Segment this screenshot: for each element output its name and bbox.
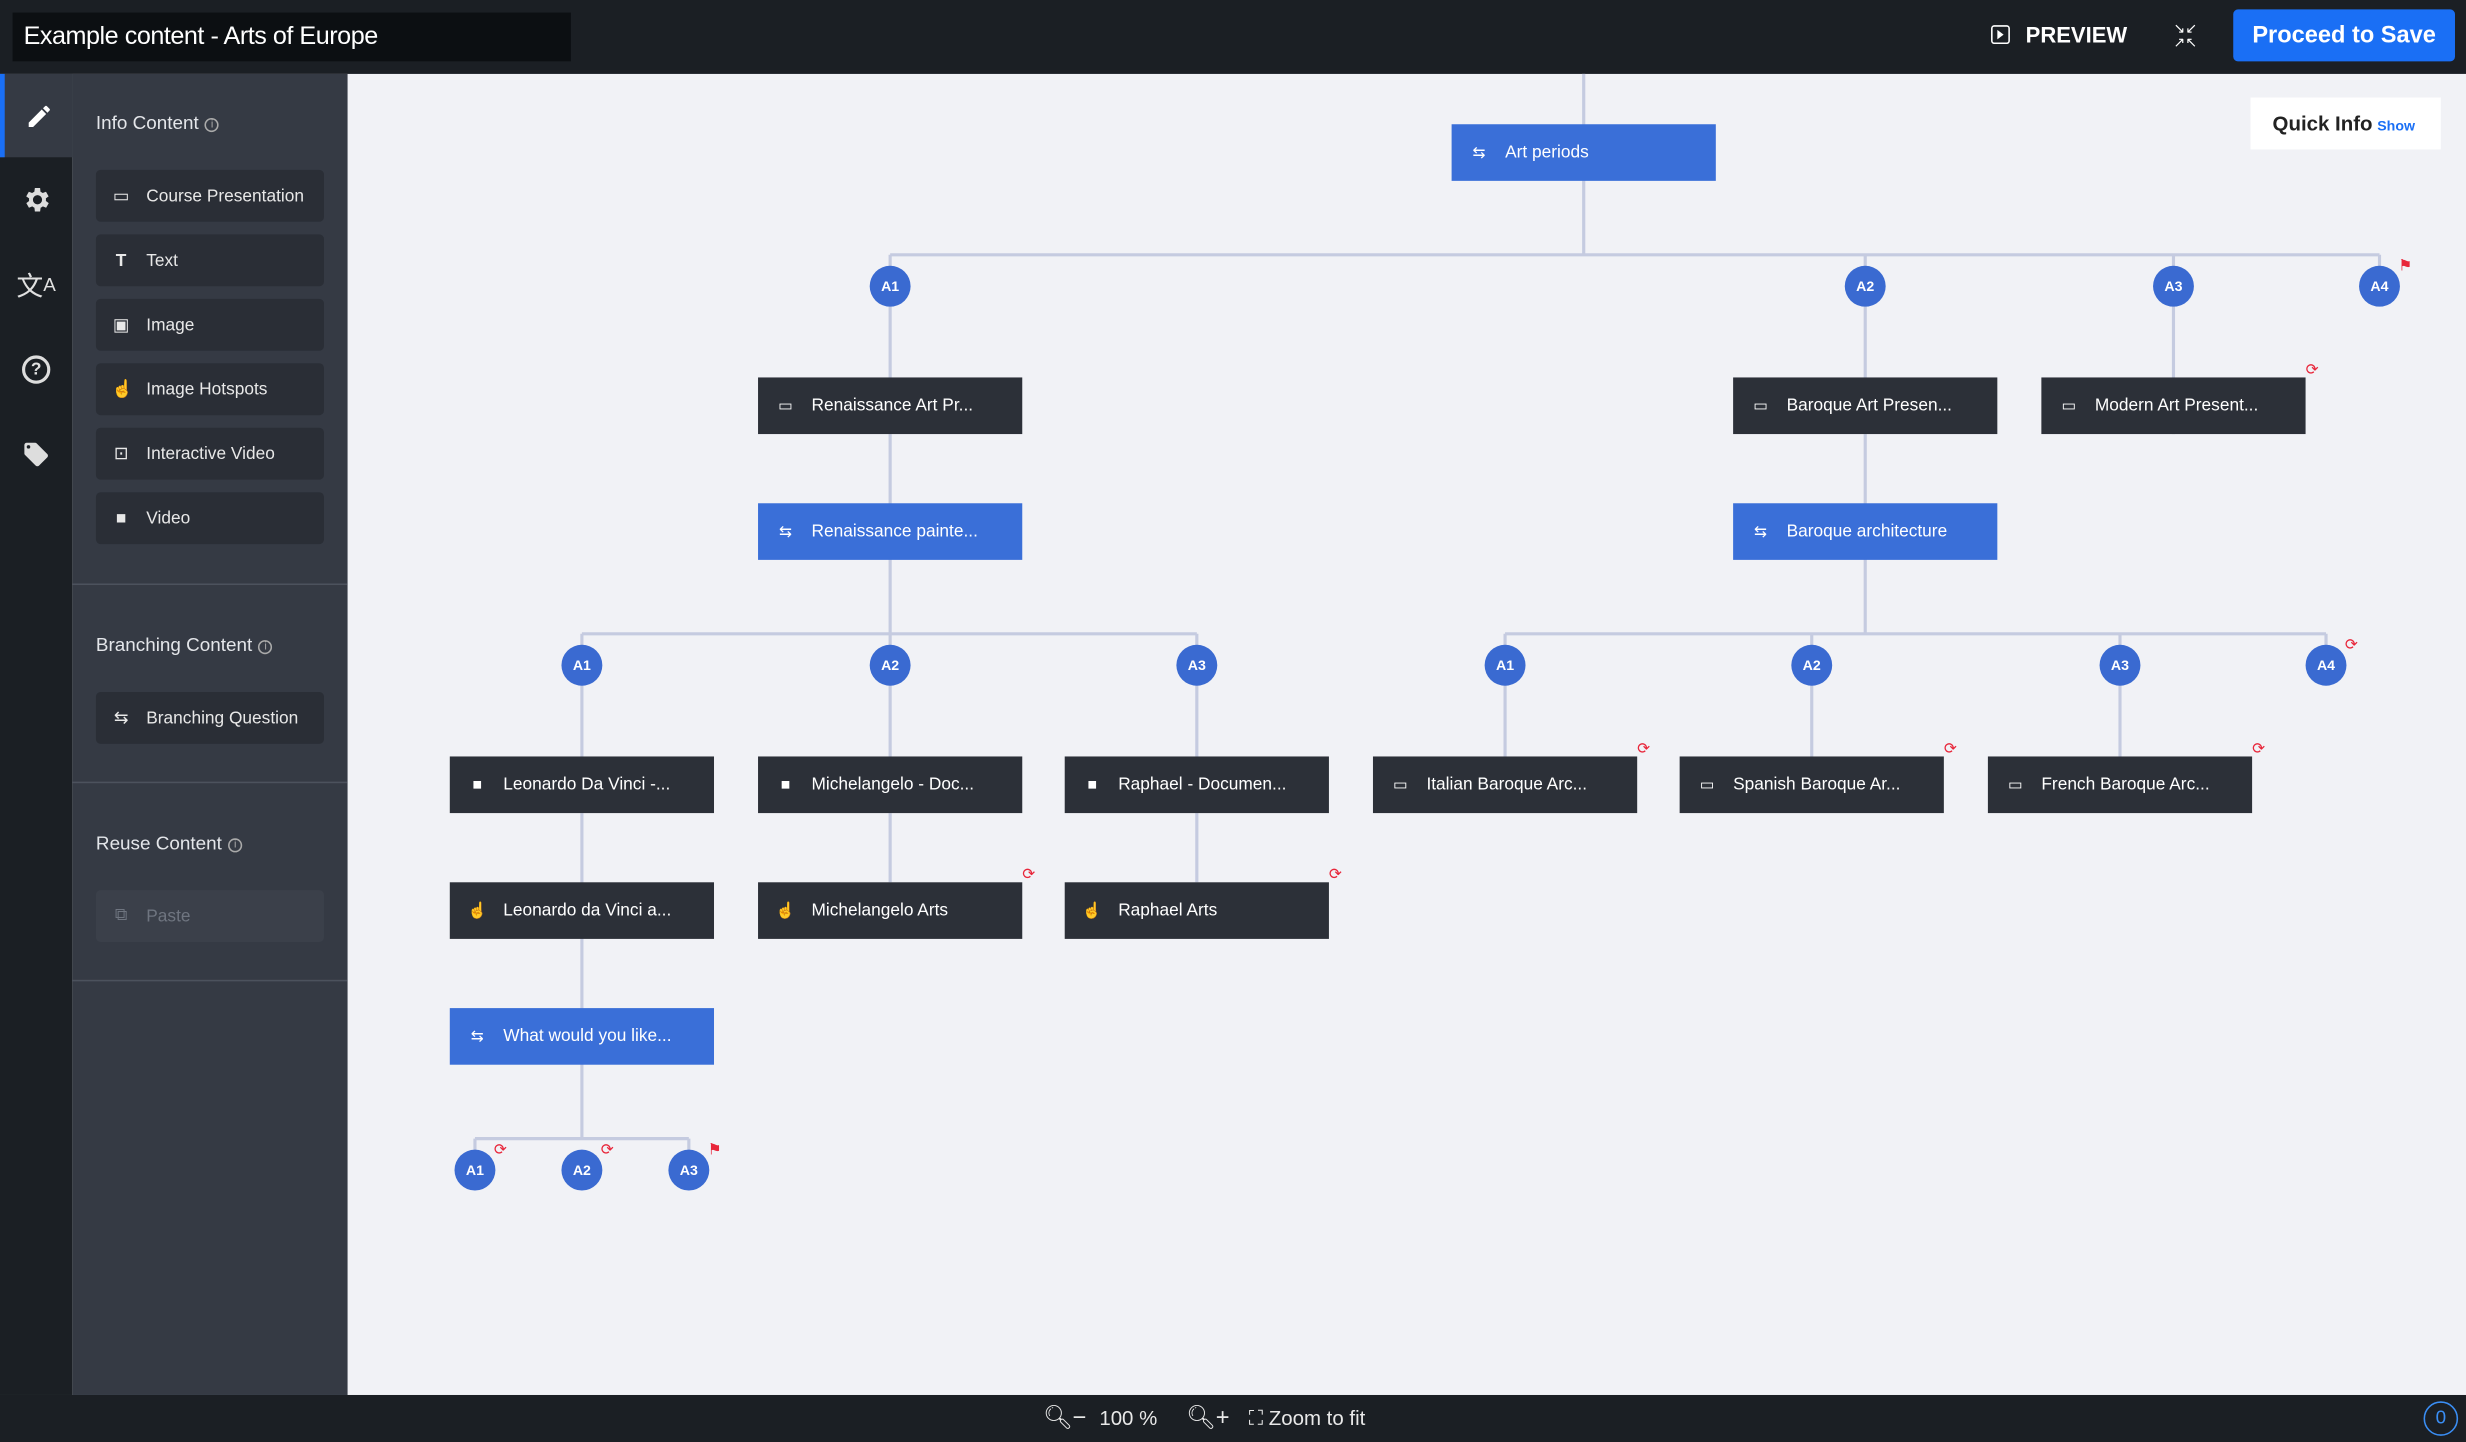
node-label: Michelangelo Arts [811,901,949,921]
monitor-icon: ▭ [778,397,793,415]
content-node[interactable]: ▭ Renaissance Art Pr... [758,377,1023,435]
content-node[interactable]: ☝ Michelangelo Arts [758,882,1023,939]
content-node[interactable]: ▭ French Baroque Arc... [1987,756,2253,814]
hotspot-icon: ☝ [775,901,796,920]
alternative-circle[interactable]: A2 [561,1149,603,1191]
loop-back-icon: ⟳ [2252,740,2266,759]
loop-back-icon: ⟳ [2305,361,2319,380]
zoom-out-icon[interactable]: 🔍︎− [1043,1403,1087,1431]
node-label: What would you like... [503,1026,672,1046]
monitor-icon: ▭ [1699,776,1715,794]
loop-back-icon: ⟳ [493,1141,508,1160]
quick-info-show-link[interactable]: Show [2377,118,2415,134]
alternative-circle[interactable]: A4 [2359,265,2400,307]
content-node[interactable]: ■ Leonardo Da Vinci -... [449,756,715,814]
alternative-circle[interactable]: A2 [1791,644,1833,686]
monitor-icon: ▭ [2007,776,2023,794]
alternative-circle[interactable]: A3 [1176,644,1218,686]
loop-back-icon: ⟳ [1943,740,1958,759]
branching-question-node[interactable]: ⇆ Renaissance painte... [758,503,1023,560]
content-node[interactable]: ☝ Raphael Arts [1064,882,1329,939]
content-node[interactable]: ▭ Modern Art Present... [2041,377,2306,435]
end-flag-icon: ⚑ [2398,257,2413,276]
node-label: French Baroque Arc... [2041,775,2210,795]
node-label: Raphael Arts [1118,901,1218,921]
alternative-circle[interactable]: A3 [2153,265,2194,307]
zoom-bar: 🔍︎− 100 % 🔍︎+ ⛶ Zoom to fit [0,1394,2466,1442]
alternative-circle[interactable]: A1 [1484,644,1526,686]
node-label: Baroque Art Presen... [1786,396,1952,416]
node-label: Leonardo Da Vinci -... [503,775,671,795]
fit-icon: ⛶ [1248,1405,1269,1430]
zoom-in-icon[interactable]: 🔍︎+ [1186,1403,1230,1431]
node-label: Spanish Baroque Ar... [1733,775,1901,795]
video-camera-icon: ■ [472,776,483,794]
loop-back-icon: ⟳ [1022,866,1036,884]
node-label: Leonardo da Vinci a... [503,901,672,921]
content-node[interactable]: ■ Raphael - Documen... [1064,756,1329,814]
content-node[interactable]: ▭ Spanish Baroque Ar... [1679,756,1944,814]
node-label: Modern Art Present... [2094,396,2259,416]
issue-counter[interactable]: 0 [2423,1401,2459,1436]
end-flag-icon: ⚑ [707,1141,722,1160]
hotspot-icon: ☝ [467,901,488,920]
alternative-circle[interactable]: A2 [1844,265,1886,307]
alternative-circle[interactable]: A3 [668,1149,710,1191]
loop-back-icon: ⟳ [1637,740,1651,759]
branching-question-node[interactable]: ⇆ Baroque architecture [1733,503,1998,560]
alternative-circle[interactable]: A2 [869,644,911,686]
video-camera-icon: ■ [1087,776,1097,794]
zoom-to-fit-button[interactable]: ⛶ Zoom to fit [1249,1406,1366,1431]
branch-icon: ⇆ [470,1027,484,1046]
alternative-circle[interactable]: A4 [2305,644,2347,686]
node-label: Michelangelo - Doc... [811,775,975,795]
branching-question-node[interactable]: ⇆ What would you like... [449,1008,715,1065]
tree-connectors [473,73,2382,1152]
alternative-circle[interactable]: A1 [454,1149,496,1191]
alternative-circle[interactable]: A1 [869,265,911,307]
content-node[interactable]: ■ Michelangelo - Doc... [758,756,1023,814]
monitor-icon: ▭ [1393,776,1408,794]
branch-icon: ⇆ [1754,522,1768,541]
loop-back-icon: ⟳ [1328,866,1343,884]
hotspot-icon: ☝ [1082,901,1103,920]
node-label: Art periods [1505,143,1589,162]
video-camera-icon: ■ [780,776,791,794]
node-label: Italian Baroque Arc... [1426,775,1588,795]
alternative-circle[interactable]: A3 [2099,644,2141,686]
content-node[interactable]: ▭ Baroque Art Presen... [1733,377,1998,435]
quick-info-panel: Quick Info Show [2250,97,2441,150]
zoom-level: 100 % [1099,1405,1158,1430]
node-label: Renaissance Art Pr... [811,396,974,416]
node-label: Renaissance painte... [811,522,978,542]
monitor-icon: ▭ [2061,397,2077,415]
loop-back-icon: ⟳ [600,1141,614,1160]
node-label: Raphael - Documen... [1118,775,1287,795]
loop-back-icon: ⟳ [2344,636,2359,655]
branch-icon: ⇆ [778,522,793,541]
content-node[interactable]: ☝ Leonardo da Vinci a... [449,882,715,939]
branching-question-node[interactable]: ⇆ Art periods [1451,124,1716,181]
alternative-circle[interactable]: A1 [561,644,603,686]
branch-icon: ⇆ [1472,143,1486,162]
node-label: Baroque architecture [1786,522,1948,542]
content-node[interactable]: ▭ Italian Baroque Arc... [1372,756,1638,814]
monitor-icon: ▭ [1753,397,1769,415]
